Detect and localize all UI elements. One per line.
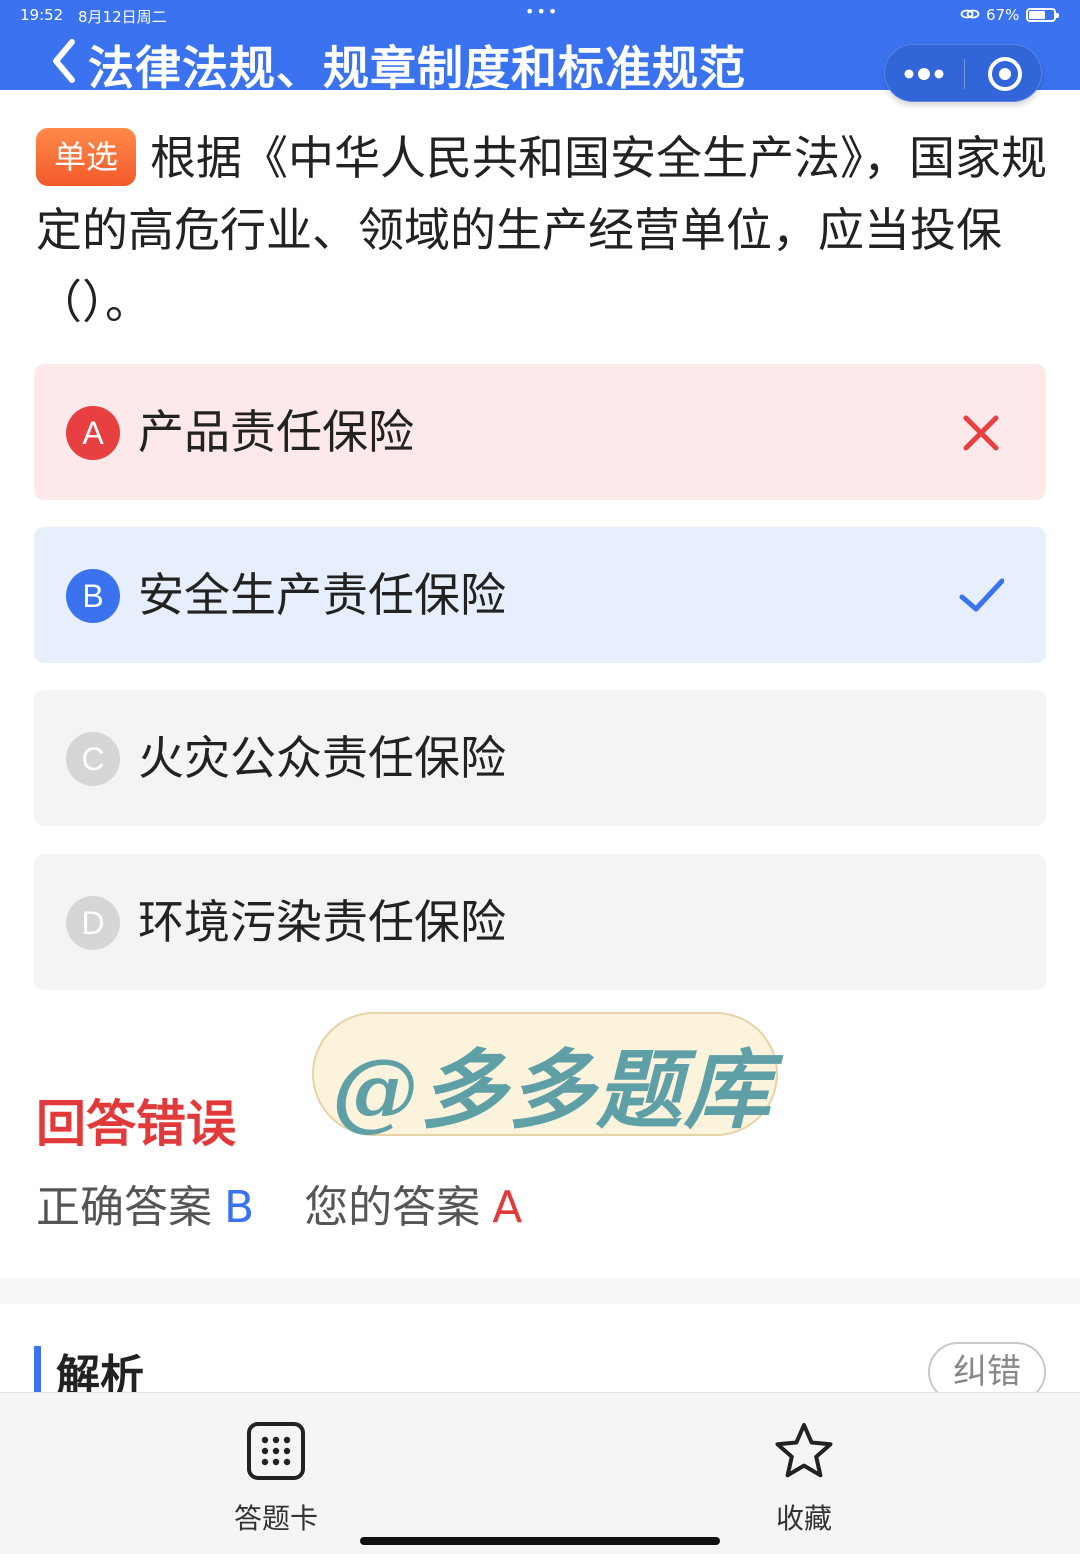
watermark-text: @多多题库 <box>332 1040 772 1141</box>
option-b[interactable]: B 安全生产责任保险 <box>34 527 1046 663</box>
status-bar: 19:52 8月12日周二 ••• 67% <box>0 0 1080 30</box>
option-letter: D <box>66 896 120 950</box>
question-type-badge: 单选 <box>36 128 137 186</box>
section-accent-bar <box>34 1346 41 1392</box>
option-a[interactable]: A 产品责任保险 <box>34 364 1046 500</box>
question-text: 根据《中华人民共和国安全生产法》，国家规定的高危行业、领域的生产经营单位，应当投… <box>36 131 1048 329</box>
result-status: 回答错误 <box>36 1095 236 1153</box>
star-icon <box>775 1423 833 1478</box>
page-title: 法律法规、规章制度和标准规范 <box>88 41 746 95</box>
answer-card-button[interactable]: 答题卡 <box>206 1421 346 1535</box>
option-text: 火灾公众责任保险 <box>138 731 506 785</box>
correct-answer-label: 正确答案 <box>36 1182 212 1233</box>
bottom-toolbar: 答题卡 收藏 <box>0 1392 1080 1554</box>
app-header: 19:52 8月12日周二 ••• 67% 法律法规、规章制度和标准规范 <box>0 0 1080 102</box>
option-letter: A <box>66 406 120 460</box>
question-stem: 单选 根据《中华人民共和国安全生产法》，国家规定的高危行业、领域的生产经营单位，应… <box>36 122 1048 338</box>
battery-icon <box>1026 8 1059 22</box>
option-text: 产品责任保险 <box>138 405 414 459</box>
watermark: @多多题库 <box>312 1012 778 1141</box>
link-icon <box>960 9 980 19</box>
option-letter: B <box>66 569 120 623</box>
correct-answer-value: B <box>224 1182 255 1233</box>
favorite-button[interactable]: 收藏 <box>734 1421 874 1535</box>
status-time: 19:52 <box>20 6 64 24</box>
status-date: 8月12日周二 <box>78 8 167 26</box>
option-text: 环境污染责任保险 <box>138 895 506 949</box>
your-answer-label: 您的答案 <box>304 1182 481 1233</box>
favorite-label: 收藏 <box>775 1502 832 1535</box>
target-circle-icon[interactable] <box>965 45 1043 103</box>
chevron-left-icon[interactable] <box>46 36 86 86</box>
grid-dots-icon <box>247 1422 305 1480</box>
home-indicator[interactable] <box>360 1537 720 1545</box>
option-d[interactable]: D 环境污染责任保险 <box>34 854 1046 990</box>
check-icon <box>959 578 1004 612</box>
battery-percent: 67% <box>986 6 1020 24</box>
answer-summary: 正确答案 B 您的答案 A <box>36 1178 522 1238</box>
more-dots-icon[interactable] <box>885 45 965 103</box>
option-c[interactable]: C 火灾公众责任保险 <box>34 690 1046 826</box>
answer-card-label: 答题卡 <box>233 1502 318 1535</box>
option-letter: C <box>66 732 120 786</box>
section-divider <box>0 1278 1080 1304</box>
multitask-dots-icon[interactable]: ••• <box>525 2 559 21</box>
option-text: 安全生产责任保险 <box>138 568 506 622</box>
mini-program-capsule <box>884 44 1042 102</box>
your-answer-value: A <box>492 1182 523 1233</box>
cross-icon <box>963 415 999 451</box>
